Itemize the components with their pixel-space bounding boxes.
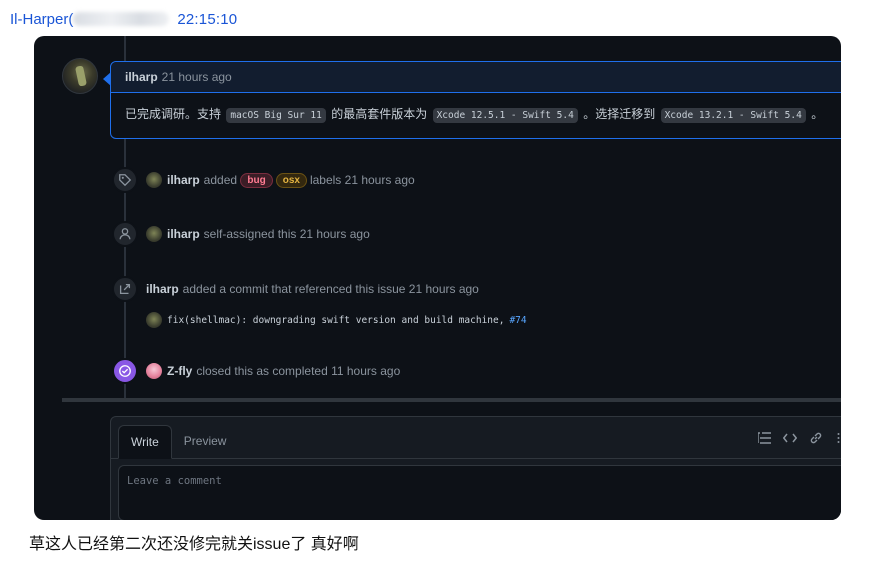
- github-issue-screenshot: ilharp 21 hours ago 已完成调研。支持 macOS Big S…: [34, 36, 841, 520]
- event-text: closed this as completed 11 hours ago: [196, 364, 401, 378]
- comment-textarea[interactable]: Leave a comment: [118, 465, 841, 520]
- event-actor[interactable]: Z-fly: [167, 364, 192, 378]
- link-icon[interactable]: [809, 431, 823, 445]
- inline-code: Xcode 13.2.1 - Swift 5.4: [660, 108, 806, 123]
- redacted-name: [73, 12, 170, 26]
- event-actor[interactable]: ilharp: [167, 227, 200, 241]
- tag-icon: [112, 167, 138, 193]
- markdown-toolbar: [757, 431, 841, 445]
- chat-message-header: Il-Harper( 22:15:10: [10, 9, 237, 29]
- label-badge[interactable]: bug: [240, 172, 273, 188]
- timeline-event-labeled: ilharp added bug osx labels 21 hours ago: [112, 167, 415, 193]
- event-actor[interactable]: ilharp: [167, 173, 200, 187]
- comment-time[interactable]: 21 hours ago: [162, 70, 232, 84]
- cross-reference-icon: [112, 276, 138, 302]
- avatar[interactable]: [146, 226, 162, 242]
- editor-tabs: Write Preview: [111, 417, 841, 459]
- check-circle-icon: [112, 358, 138, 384]
- label-badge[interactable]: osx: [275, 172, 307, 188]
- comment-editor: Write Preview Leave a comment: [110, 416, 841, 520]
- comment-text: 。选择迁移到: [583, 107, 656, 121]
- event-text: added a commit that referenced this issu…: [182, 282, 479, 296]
- avatar[interactable]: [146, 363, 162, 379]
- sender-name[interactable]: Il-Harper(: [10, 11, 73, 28]
- event-text: labels 21 hours ago: [309, 173, 415, 187]
- issue-comment: ilharp 21 hours ago 已完成调研。支持 macOS Big S…: [110, 61, 841, 139]
- inline-code: macOS Big Sur 11: [226, 108, 326, 123]
- comment-header: ilharp 21 hours ago: [111, 62, 841, 93]
- comment-body: 已完成调研。支持 macOS Big Sur 11 的最高套件版本为 Xcode…: [111, 93, 841, 123]
- avatar[interactable]: [146, 172, 162, 188]
- event-text: self-assigned this 21 hours ago: [203, 227, 370, 241]
- commit-message[interactable]: fix(shellmac): downgrading swift version…: [167, 315, 504, 326]
- event-actor[interactable]: ilharp: [146, 282, 179, 296]
- chat-message-text: 草这人已经第二次还没修完就关issue了 真好啊: [29, 536, 359, 553]
- timeline-event-referenced: ilharp added a commit that referenced th…: [112, 276, 479, 302]
- avatar[interactable]: [146, 312, 162, 328]
- inline-code: Xcode 12.5.1 - Swift 5.4: [432, 108, 578, 123]
- person-icon: [112, 221, 138, 247]
- heading-icon[interactable]: [757, 431, 771, 445]
- tab-preview[interactable]: Preview: [172, 424, 239, 458]
- timeline-divider: [62, 398, 841, 402]
- comment-author[interactable]: ilharp: [125, 70, 158, 84]
- code-icon[interactable]: [783, 431, 797, 445]
- event-text: added: [203, 173, 238, 187]
- comment-text: 已完成调研。支持: [125, 107, 222, 121]
- referenced-commit: fix(shellmac): downgrading swift version…: [146, 312, 527, 328]
- list-icon[interactable]: [835, 431, 841, 445]
- tab-write[interactable]: Write: [118, 425, 172, 459]
- comment-text: 。: [811, 107, 824, 121]
- timeline-event-closed: Z-fly closed this as completed 11 hours …: [112, 358, 400, 384]
- message-time: 22:15:10: [177, 10, 238, 28]
- comment-avatar[interactable]: [62, 58, 98, 94]
- timeline-event-assigned: ilharp self-assigned this 21 hours ago: [112, 221, 370, 247]
- issue-link[interactable]: #74: [509, 315, 526, 326]
- comment-text: 的最高套件版本为: [331, 107, 428, 121]
